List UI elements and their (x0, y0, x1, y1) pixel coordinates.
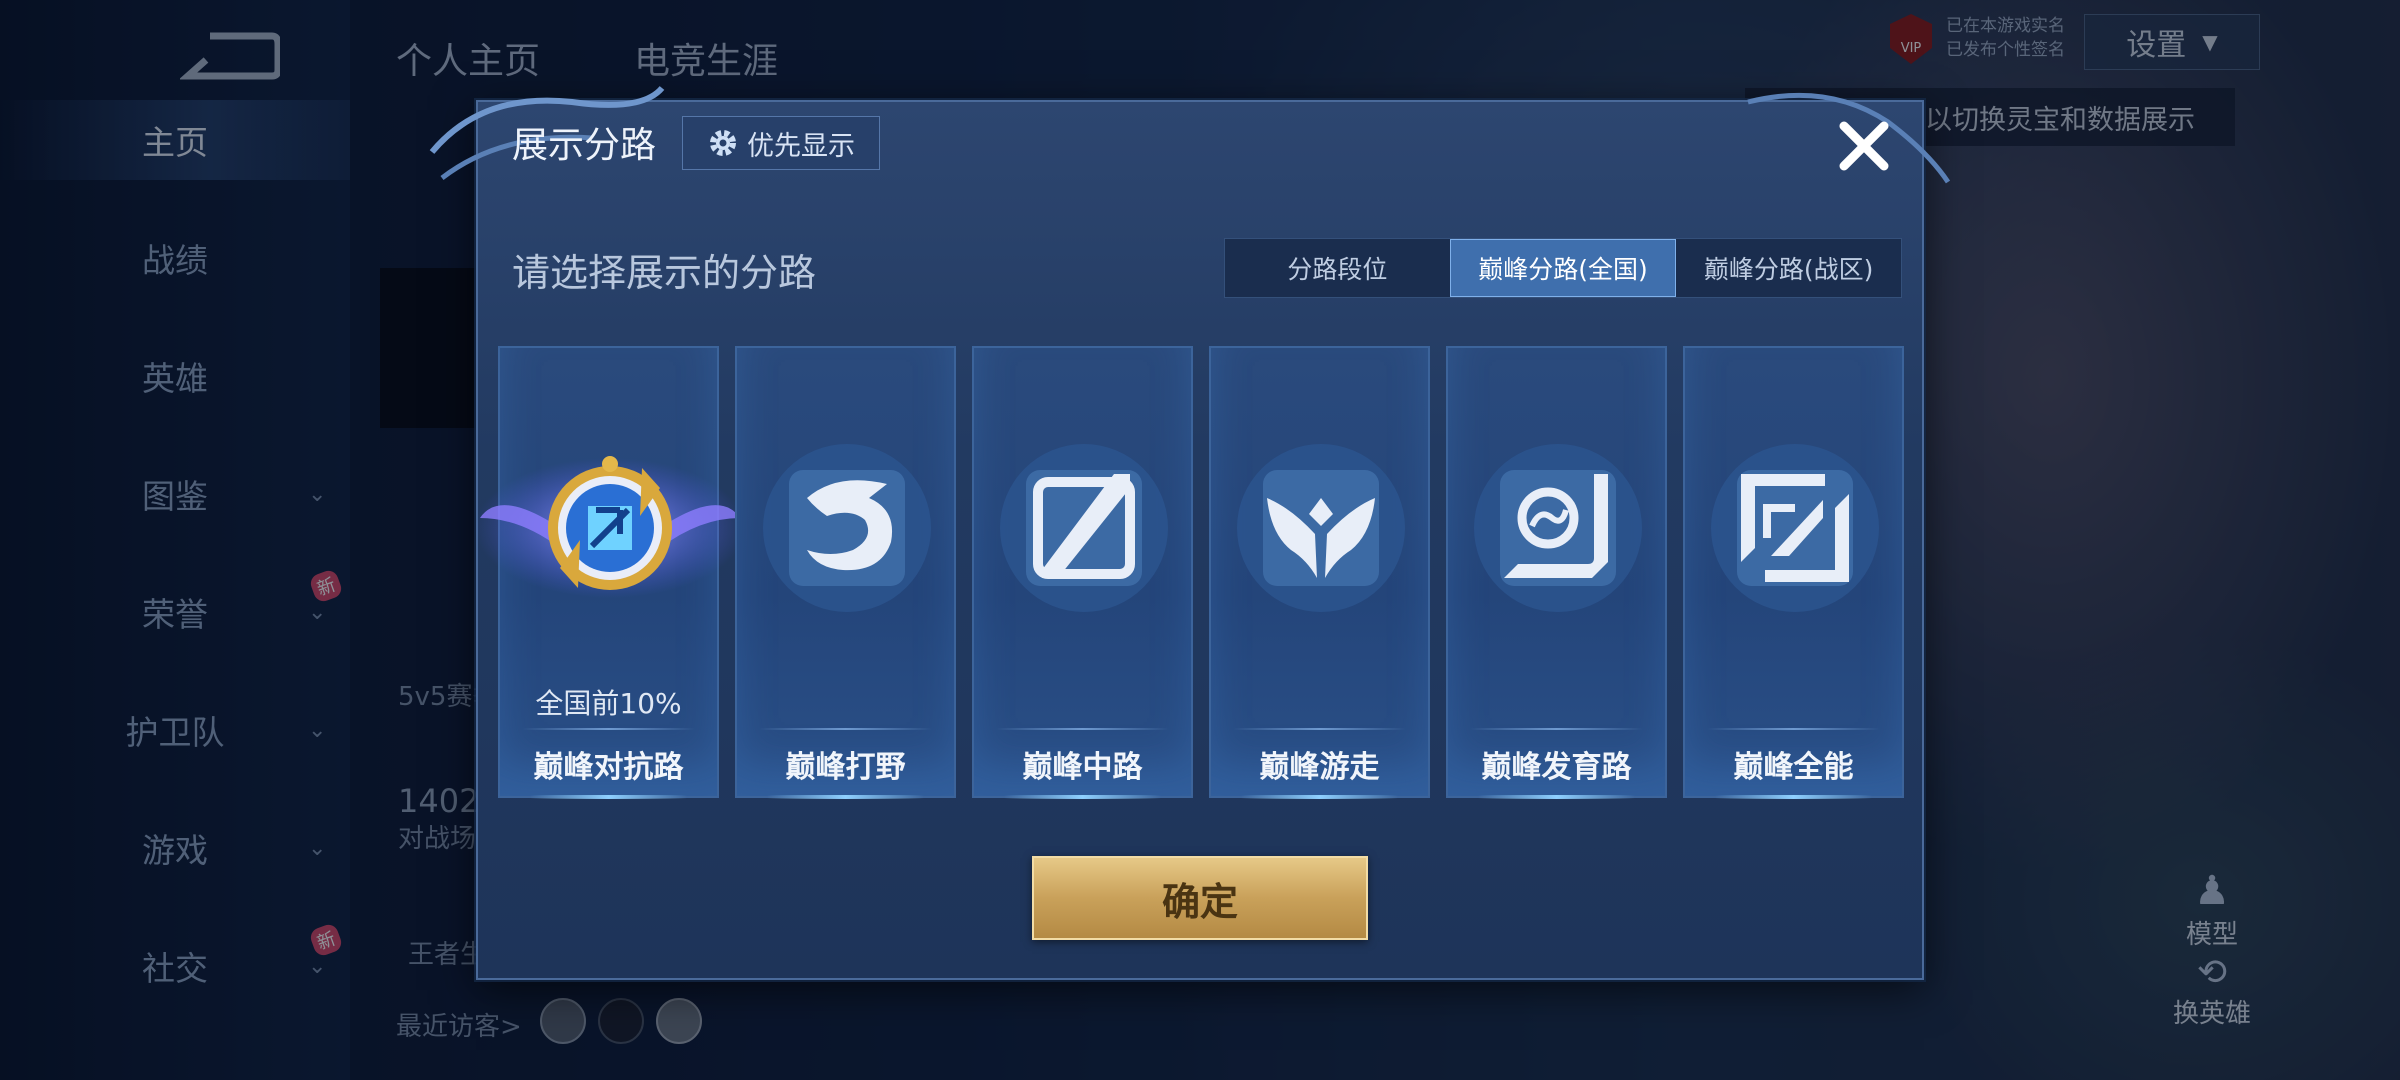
card-divider (759, 728, 932, 730)
all-round-icon (1711, 444, 1879, 612)
card-glow (767, 795, 924, 799)
tab-peak-lane-region[interactable]: 巅峰分路(战区) (1676, 239, 1901, 297)
card-divider (1233, 728, 1406, 730)
lane-card-jungle[interactable]: 巅峰打野 (735, 346, 956, 799)
lane-card-mid[interactable]: 巅峰中路 (972, 346, 1193, 799)
tab-peak-lane-national[interactable]: 巅峰分路(全国) (1449, 239, 1677, 297)
dialog-title: 展示分路 (512, 125, 657, 166)
card-divider (996, 728, 1169, 730)
lane-name-label: 巅峰中路 (1022, 750, 1143, 785)
clash-lane-badge-icon (475, 456, 745, 598)
tab-lane-rank[interactable]: 分路段位 (1225, 239, 1450, 297)
card-glow (1241, 795, 1398, 799)
lane-source-tabs: 分路段位 巅峰分路(全国) 巅峰分路(战区) (1224, 238, 1902, 298)
card-glow (1004, 795, 1161, 799)
lane-name-label: 巅峰发育路 (1481, 750, 1632, 785)
priority-display-button[interactable]: 优先显示 (682, 116, 880, 170)
close-icon[interactable] (1834, 116, 1894, 176)
lane-name-label: 巅峰游走 (1259, 750, 1380, 785)
card-divider (1470, 728, 1643, 730)
card-divider (1707, 728, 1880, 730)
lane-name-label: 巅峰对抗路 (533, 750, 684, 785)
card-glow (1478, 795, 1635, 799)
card-glow (1715, 795, 1872, 799)
farm-lane-icon (1474, 444, 1642, 612)
lane-name-label: 巅峰打野 (785, 750, 906, 785)
card-divider (522, 728, 695, 730)
gear-icon (710, 130, 736, 156)
lane-display-dialog: 展示分路 优先显示 请选择展示的分路 分路段位 巅峰分路(全国) 巅峰分路(战区… (429, 85, 1951, 980)
lane-select-prompt: 请选择展示的分路 (512, 251, 817, 295)
lane-card-allround[interactable]: 巅峰全能 (1683, 346, 1904, 799)
lane-card-farm[interactable]: 巅峰发育路 (1446, 346, 1667, 799)
jungle-dragon-icon (763, 444, 931, 612)
lane-card-roam[interactable]: 巅峰游走 (1209, 346, 1430, 799)
mid-lane-slash-icon (1000, 444, 1168, 612)
rank-percentile-text: 全国前10% (535, 687, 682, 720)
lane-name-label: 巅峰全能 (1733, 750, 1854, 785)
lane-cards: 全国前10% 巅峰对抗路 巅峰打野 巅峰中路 巅峰游走 巅峰发育路 巅峰全能 (475, 346, 1904, 799)
card-glow (530, 795, 687, 799)
roam-wings-icon (1237, 444, 1405, 612)
lane-card-clash[interactable]: 全国前10% 巅峰对抗路 (475, 346, 745, 799)
confirm-button[interactable]: 确定 (1032, 856, 1368, 940)
